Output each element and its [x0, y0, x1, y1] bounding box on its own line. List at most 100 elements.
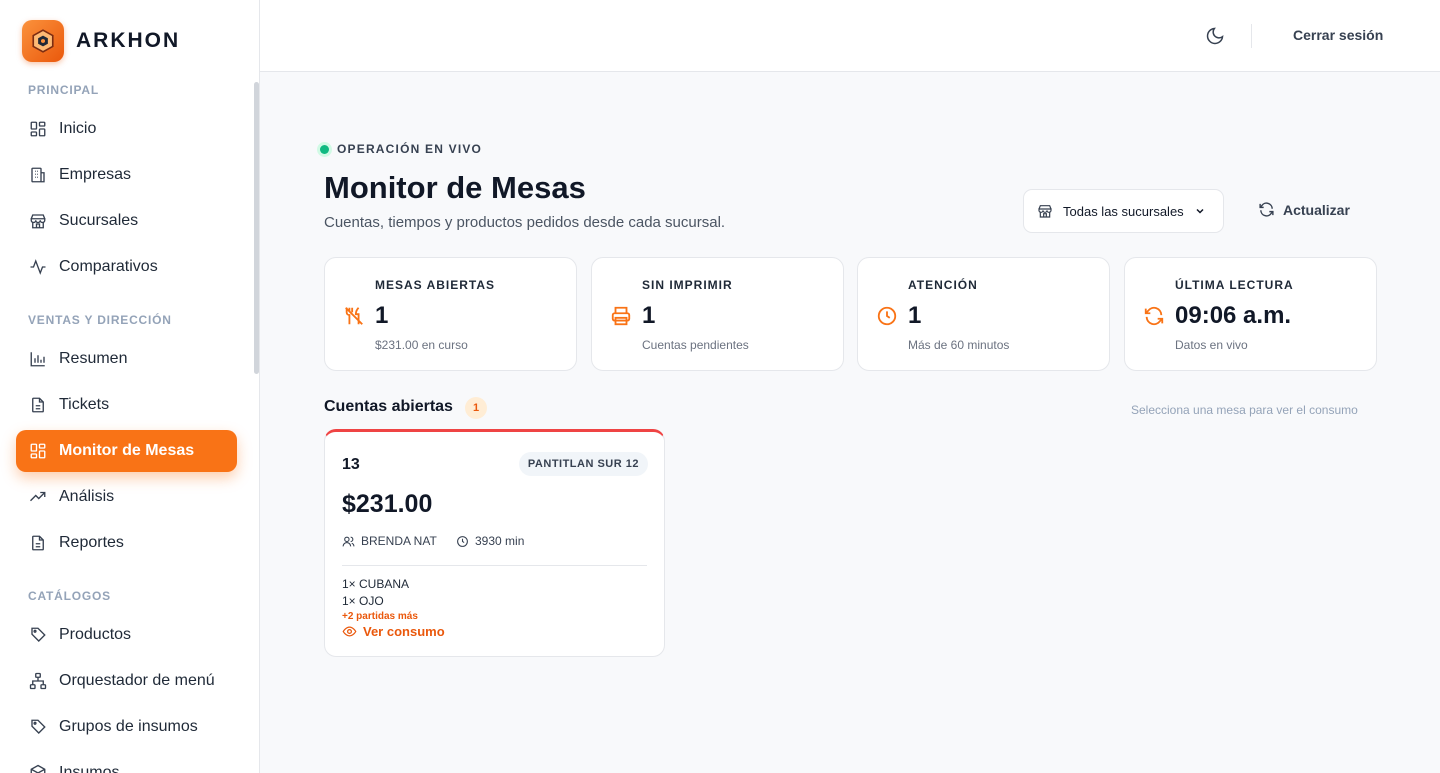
- sidebar-item-resumen[interactable]: Resumen: [16, 338, 237, 380]
- sidebar-item-reportes[interactable]: Reportes: [16, 522, 237, 564]
- branch-badge: PANTITLAN SUR 12: [518, 452, 648, 476]
- logout-button[interactable]: Cerrar sesión: [1293, 27, 1383, 43]
- sidebar: ARKHON PRINCIPAL Inicio Empresas Sucursa…: [0, 0, 260, 773]
- stat-sub: Datos en vivo: [1175, 338, 1248, 352]
- sidebar-item-label: Empresas: [59, 166, 132, 183]
- sidebar-item-label: Insumos: [59, 764, 120, 773]
- stat-card-mesas-abiertas: MESAS ABIERTAS 1 $231.00 en curso: [324, 257, 577, 371]
- stat-sub: Cuentas pendientes: [642, 338, 749, 352]
- sidebar-item-label: Orquestador de menú: [59, 672, 215, 689]
- stat-label: MESAS ABIERTAS: [375, 278, 496, 292]
- sidebar-item-analisis[interactable]: Análisis: [16, 476, 237, 518]
- building-icon: [29, 166, 47, 184]
- card-divider: [342, 565, 647, 566]
- refresh-label: Actualizar: [1283, 201, 1350, 218]
- elapsed-meta: 3930 min: [456, 534, 524, 548]
- refresh-icon: [1258, 201, 1275, 218]
- table-amount: $231.00: [342, 490, 433, 518]
- accounts-count-badge: 1: [465, 397, 487, 419]
- activity-icon: [29, 258, 47, 276]
- stat-sub: Más de 60 minutos: [908, 338, 1010, 352]
- table-number: 13: [342, 456, 360, 473]
- stat-label: SIN IMPRIMIR: [642, 278, 733, 292]
- sidebar-item-label: Productos: [59, 626, 132, 643]
- stat-card-ultima-lectura: ÚLTIMA LECTURA 09:06 a.m. Datos en vivo: [1124, 257, 1377, 371]
- moon-icon[interactable]: [1205, 26, 1225, 46]
- sidebar-item-label: Reportes: [59, 534, 124, 551]
- sidebar-item-label: Sucursales: [59, 212, 139, 229]
- sidebar-item-inicio[interactable]: Inicio: [16, 108, 237, 150]
- sidebar-item-label: Análisis: [59, 488, 115, 505]
- accounts-hint: Selecciona una mesa para ver el consumo: [1131, 403, 1358, 417]
- sidebar-item-comparativos[interactable]: Comparativos: [16, 246, 237, 288]
- accounts-title: Cuentas abiertas: [324, 398, 453, 415]
- stat-value: 1: [908, 302, 922, 329]
- table-card[interactable]: 13 PANTITLAN SUR 12 $231.00 BRENDA NAT 3…: [324, 429, 665, 657]
- utensils-off-icon: [343, 305, 365, 327]
- topbar: Cerrar sesión: [260, 0, 1440, 72]
- store-icon: [1037, 203, 1053, 219]
- sidebar-item-tickets[interactable]: Tickets: [16, 384, 237, 426]
- section-label-ventas: VENTAS Y DIRECCIÓN: [28, 313, 172, 327]
- sidebar-item-productos[interactable]: Productos: [16, 614, 237, 656]
- grid-icon: [29, 120, 47, 138]
- section-label-principal: PRINCIPAL: [28, 83, 99, 97]
- view-consumption-label: Ver consumo: [363, 624, 445, 639]
- sidebar-item-insumos[interactable]: Insumos: [16, 752, 237, 773]
- grid-icon: [29, 442, 47, 460]
- stat-card-sin-imprimir: SIN IMPRIMIR 1 Cuentas pendientes: [591, 257, 844, 371]
- waiter-meta: BRENDA NAT: [342, 534, 437, 548]
- page-title: Monitor de Mesas: [324, 170, 586, 205]
- branch-select[interactable]: Todas las sucursales: [1023, 189, 1224, 233]
- sidebar-scrollbar[interactable]: [254, 82, 259, 374]
- order-item: 1× OJO: [342, 594, 384, 608]
- refresh-button[interactable]: Actualizar: [1258, 201, 1350, 218]
- page-subtitle: Cuentas, tiempos y productos pedidos des…: [324, 214, 726, 231]
- branch-select-value: Todas las sucursales: [1063, 203, 1184, 219]
- box-icon: [29, 764, 47, 773]
- stat-value: 1: [375, 302, 389, 329]
- brand-name: ARKHON: [76, 29, 181, 52]
- tag-icon: [29, 626, 47, 644]
- sidebar-item-orquestador-de-menu[interactable]: Orquestador de menú: [16, 660, 237, 702]
- stat-label: ATENCIÓN: [908, 278, 978, 292]
- eye-icon: [342, 624, 357, 639]
- sidebar-item-monitor-de-mesas[interactable]: Monitor de Mesas: [16, 430, 237, 472]
- live-indicator: OPERACIÓN EN VIVO: [320, 142, 482, 156]
- clock-icon: [876, 305, 898, 327]
- bar-chart-icon: [29, 350, 47, 368]
- sidebar-item-sucursales[interactable]: Sucursales: [16, 200, 237, 242]
- clock-icon: [456, 535, 469, 548]
- live-label: OPERACIÓN EN VIVO: [337, 142, 483, 156]
- brand[interactable]: ARKHON: [22, 20, 180, 62]
- printer-icon: [610, 305, 632, 327]
- stat-label: ÚLTIMA LECTURA: [1175, 278, 1294, 292]
- sidebar-item-label: Tickets: [59, 396, 110, 413]
- sidebar-item-label: Resumen: [59, 350, 128, 367]
- elapsed-time: 3930 min: [475, 534, 525, 548]
- chevron-down-icon: [1194, 205, 1206, 217]
- sidebar-item-grupos-de-insumos[interactable]: Grupos de insumos: [16, 706, 237, 748]
- sidebar-item-label: Monitor de Mesas: [59, 442, 195, 459]
- topbar-divider: [1251, 24, 1252, 48]
- sidebar-item-empresas[interactable]: Empresas: [16, 154, 237, 196]
- stat-card-atencion: ATENCIÓN 1 Más de 60 minutos: [857, 257, 1110, 371]
- stat-value: 09:06 a.m.: [1175, 302, 1292, 329]
- stat-value: 1: [642, 302, 656, 329]
- waiter-name: BRENDA NAT: [361, 534, 437, 548]
- section-label-catalogos: CATÁLOGOS: [28, 589, 111, 603]
- stat-sub: $231.00 en curso: [375, 338, 468, 352]
- arkhon-logo-icon: [22, 20, 64, 62]
- live-dot: [320, 144, 329, 154]
- sidebar-item-label: Grupos de insumos: [59, 718, 198, 735]
- sidebar-item-label: Inicio: [59, 120, 97, 137]
- user-icon: [342, 535, 355, 548]
- tag-icon: [29, 718, 47, 736]
- trending-up-icon: [29, 488, 47, 506]
- view-consumption-link[interactable]: Ver consumo: [342, 624, 445, 639]
- document-icon: [29, 396, 47, 414]
- sidebar-item-label: Comparativos: [59, 258, 158, 275]
- store-icon: [29, 212, 47, 230]
- more-items: +2 partidas más: [342, 611, 418, 622]
- document-icon: [29, 534, 47, 552]
